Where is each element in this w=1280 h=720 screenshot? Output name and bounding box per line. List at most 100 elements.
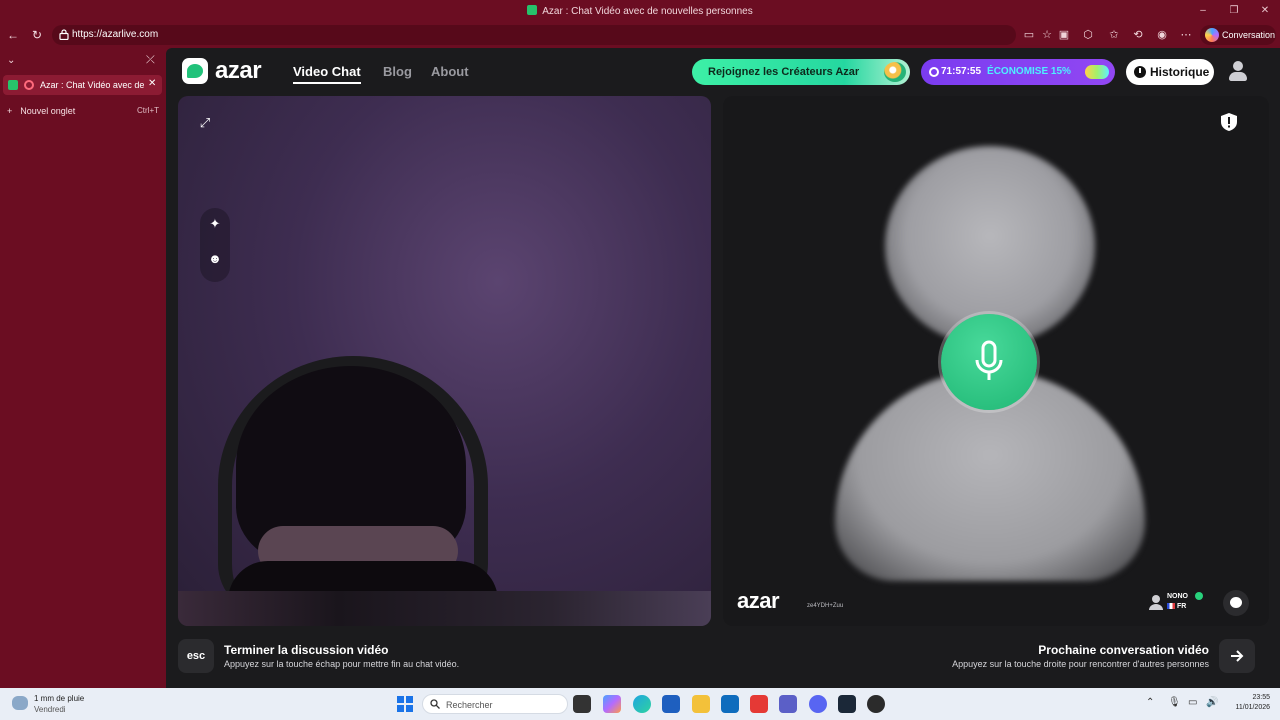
- reader-icon[interactable]: ▭: [1021, 27, 1037, 43]
- next-chat-button[interactable]: [1219, 639, 1255, 673]
- copilot-conversation-button[interactable]: Conversation: [1200, 25, 1276, 45]
- peer-country: FR: [1167, 603, 1186, 610]
- profile-icon[interactable]: ◉: [1154, 27, 1170, 43]
- close-tab-icon[interactable]: ✕: [148, 78, 156, 89]
- peer-country-code: FR: [1177, 603, 1187, 610]
- azar-watermark: azar: [737, 588, 780, 613]
- azar-logo-icon: [182, 58, 208, 84]
- remote-video-view: azar ze4YDH+Zuu NONO FR: [723, 96, 1269, 626]
- chat-button[interactable]: [1223, 590, 1249, 616]
- promo-discount: ÉCONOMISE 15%: [987, 66, 1071, 77]
- windows-start-icon[interactable]: [397, 696, 413, 712]
- collapse-chevron-icon[interactable]: ⌄: [7, 55, 15, 66]
- creators-banner-text: Rejoignez les Créateurs Azar: [708, 66, 860, 78]
- site-header: azar Video Chat Blog About Rejoignez les…: [166, 48, 1280, 94]
- taskbar-search[interactable]: Rechercher: [422, 694, 568, 714]
- copilot-app-icon[interactable]: [603, 695, 621, 713]
- clock-time: 23:55: [1252, 694, 1270, 701]
- media-icon[interactable]: ▣: [1056, 27, 1072, 43]
- end-chat-title: Terminer la discussion vidéo: [224, 643, 389, 657]
- promo-timer: 71:57:55: [941, 66, 982, 77]
- teams-app-icon[interactable]: [779, 695, 797, 713]
- favorite-star-icon[interactable]: ☆: [1039, 27, 1055, 43]
- peer-info[interactable]: NONO FR: [1149, 590, 1205, 614]
- search-icon: [430, 699, 440, 709]
- volume-icon[interactable]: 🔊: [1206, 697, 1218, 708]
- end-chat-hint: Appuyez sur la touche échap pour mettre …: [224, 659, 460, 669]
- next-chat-title: Prochaine conversation vidéo: [1038, 643, 1209, 657]
- watermark-id: ze4YDH+Zuu: [807, 603, 844, 609]
- nav-video-chat[interactable]: Video Chat: [293, 64, 361, 84]
- nav-about[interactable]: About: [431, 64, 469, 79]
- vertical-tabs-sidebar: ⌄ ⤫ Azar : Chat Vidéo avec de nouvelles …: [0, 48, 166, 688]
- swap-camera-icon[interactable]: ⤢: [192, 110, 218, 136]
- new-tab-button[interactable]: + Nouvel onglet Ctrl+T: [7, 106, 159, 116]
- plus-icon: +: [7, 106, 13, 116]
- azar-page: azar Video Chat Blog About Rejoignez les…: [166, 48, 1280, 688]
- tab-label: Azar : Chat Vidéo avec de nouvelles pers…: [40, 80, 144, 90]
- refresh-icon[interactable]: ↻: [28, 26, 46, 44]
- recorder-app-icon[interactable]: [867, 695, 885, 713]
- creators-deco-icon: [884, 62, 906, 82]
- windows-taskbar: 1 mm de pluie Vendredi Rechercher ⌃ 🎙 ▭ …: [0, 688, 1280, 720]
- online-status-icon: [1195, 592, 1203, 600]
- window-title: Azar : Chat Vidéo avec de nouvelles pers…: [0, 5, 1280, 17]
- weather-widget[interactable]: 1 mm de pluie Vendredi: [12, 693, 132, 715]
- address-bar[interactable]: https://azarlive.com: [52, 25, 1016, 45]
- arrow-right-icon: [1231, 650, 1244, 662]
- store-app-icon[interactable]: [662, 695, 680, 713]
- url-text: https://azarlive.com: [72, 29, 159, 40]
- favorites-icon[interactable]: ✩: [1106, 27, 1122, 43]
- azar-favicon-icon: [8, 80, 18, 90]
- azar-wordmark: azar: [215, 57, 262, 84]
- nav-blog[interactable]: Blog: [383, 64, 412, 79]
- youtube-app-icon[interactable]: [750, 695, 768, 713]
- chat-bubble-icon: [1230, 597, 1242, 608]
- back-icon[interactable]: ←: [4, 26, 22, 44]
- conversation-label: Conversation: [1222, 30, 1276, 40]
- search-placeholder: Rechercher: [446, 700, 493, 710]
- chat-controls: esc Terminer la discussion vidéo Appuyez…: [166, 632, 1280, 688]
- new-tab-label: Nouvel onglet: [20, 106, 76, 116]
- history-clock-icon: [1134, 66, 1146, 78]
- account-avatar-icon[interactable]: [1228, 60, 1248, 82]
- close-window-icon[interactable]: ✕: [1257, 3, 1273, 19]
- esc-key-button[interactable]: esc: [178, 639, 214, 673]
- sparkle-effects-icon[interactable]: ✦: [202, 211, 228, 237]
- discord-app-icon[interactable]: [809, 695, 827, 713]
- pin-sidebar-icon[interactable]: ⤫: [146, 54, 155, 67]
- azar-favicon-icon: [527, 5, 538, 15]
- weather-text: 1 mm de pluie: [34, 694, 85, 703]
- history-button[interactable]: Historique: [1126, 59, 1214, 85]
- face-filter-icon[interactable]: ☻: [202, 246, 228, 272]
- copilot-icon: [1205, 28, 1219, 42]
- edge-app-icon[interactable]: [633, 695, 651, 713]
- outlook-app-icon[interactable]: [721, 695, 739, 713]
- file-explorer-icon[interactable]: [692, 695, 710, 713]
- restore-icon[interactable]: ❐: [1226, 3, 1242, 19]
- new-tab-shortcut: Ctrl+T: [137, 106, 159, 115]
- show-hidden-icons-icon[interactable]: ⌃: [1146, 697, 1154, 708]
- minimize-icon[interactable]: –: [1195, 3, 1211, 19]
- steam-app-icon[interactable]: [838, 695, 856, 713]
- promo-timer-button[interactable]: 71:57:55 ÉCONOMISE 15%: [921, 59, 1115, 85]
- task-view-icon[interactable]: [573, 695, 591, 713]
- camera-subject-shoulders: [178, 591, 711, 626]
- network-icon[interactable]: ▭: [1188, 697, 1197, 708]
- system-clock[interactable]: 23:55 11/01/2026: [1228, 693, 1270, 713]
- more-icon[interactable]: ⋯: [1178, 27, 1194, 43]
- window-title-bar: Azar : Chat Vidéo avec de nouvelles pers…: [0, 0, 1280, 22]
- extensions-icon[interactable]: ⬡: [1080, 27, 1096, 43]
- local-camera-view: ⤢ ✦ ☻: [178, 96, 711, 626]
- france-flag-icon: [1167, 603, 1175, 609]
- tab-azar[interactable]: Azar : Chat Vidéo avec de nouvelles pers…: [3, 75, 162, 95]
- peer-avatar-icon: [1149, 595, 1163, 610]
- lock-icon: [59, 29, 69, 40]
- report-shield-icon[interactable]: [1219, 112, 1239, 132]
- mic-tray-icon[interactable]: 🎙: [1168, 697, 1181, 708]
- browser-toolbar: ← ↻ https://azarlive.com ▭ ☆ ▣ ⬡ ✩ ⟲ ◉ ⋯…: [0, 22, 1280, 48]
- history-icon[interactable]: ⟲: [1130, 27, 1146, 43]
- creators-banner-button[interactable]: Rejoignez les Créateurs Azar: [692, 59, 910, 85]
- next-chat-hint: Appuyez sur la touche droite pour rencon…: [952, 659, 1209, 669]
- recording-icon: [24, 80, 34, 90]
